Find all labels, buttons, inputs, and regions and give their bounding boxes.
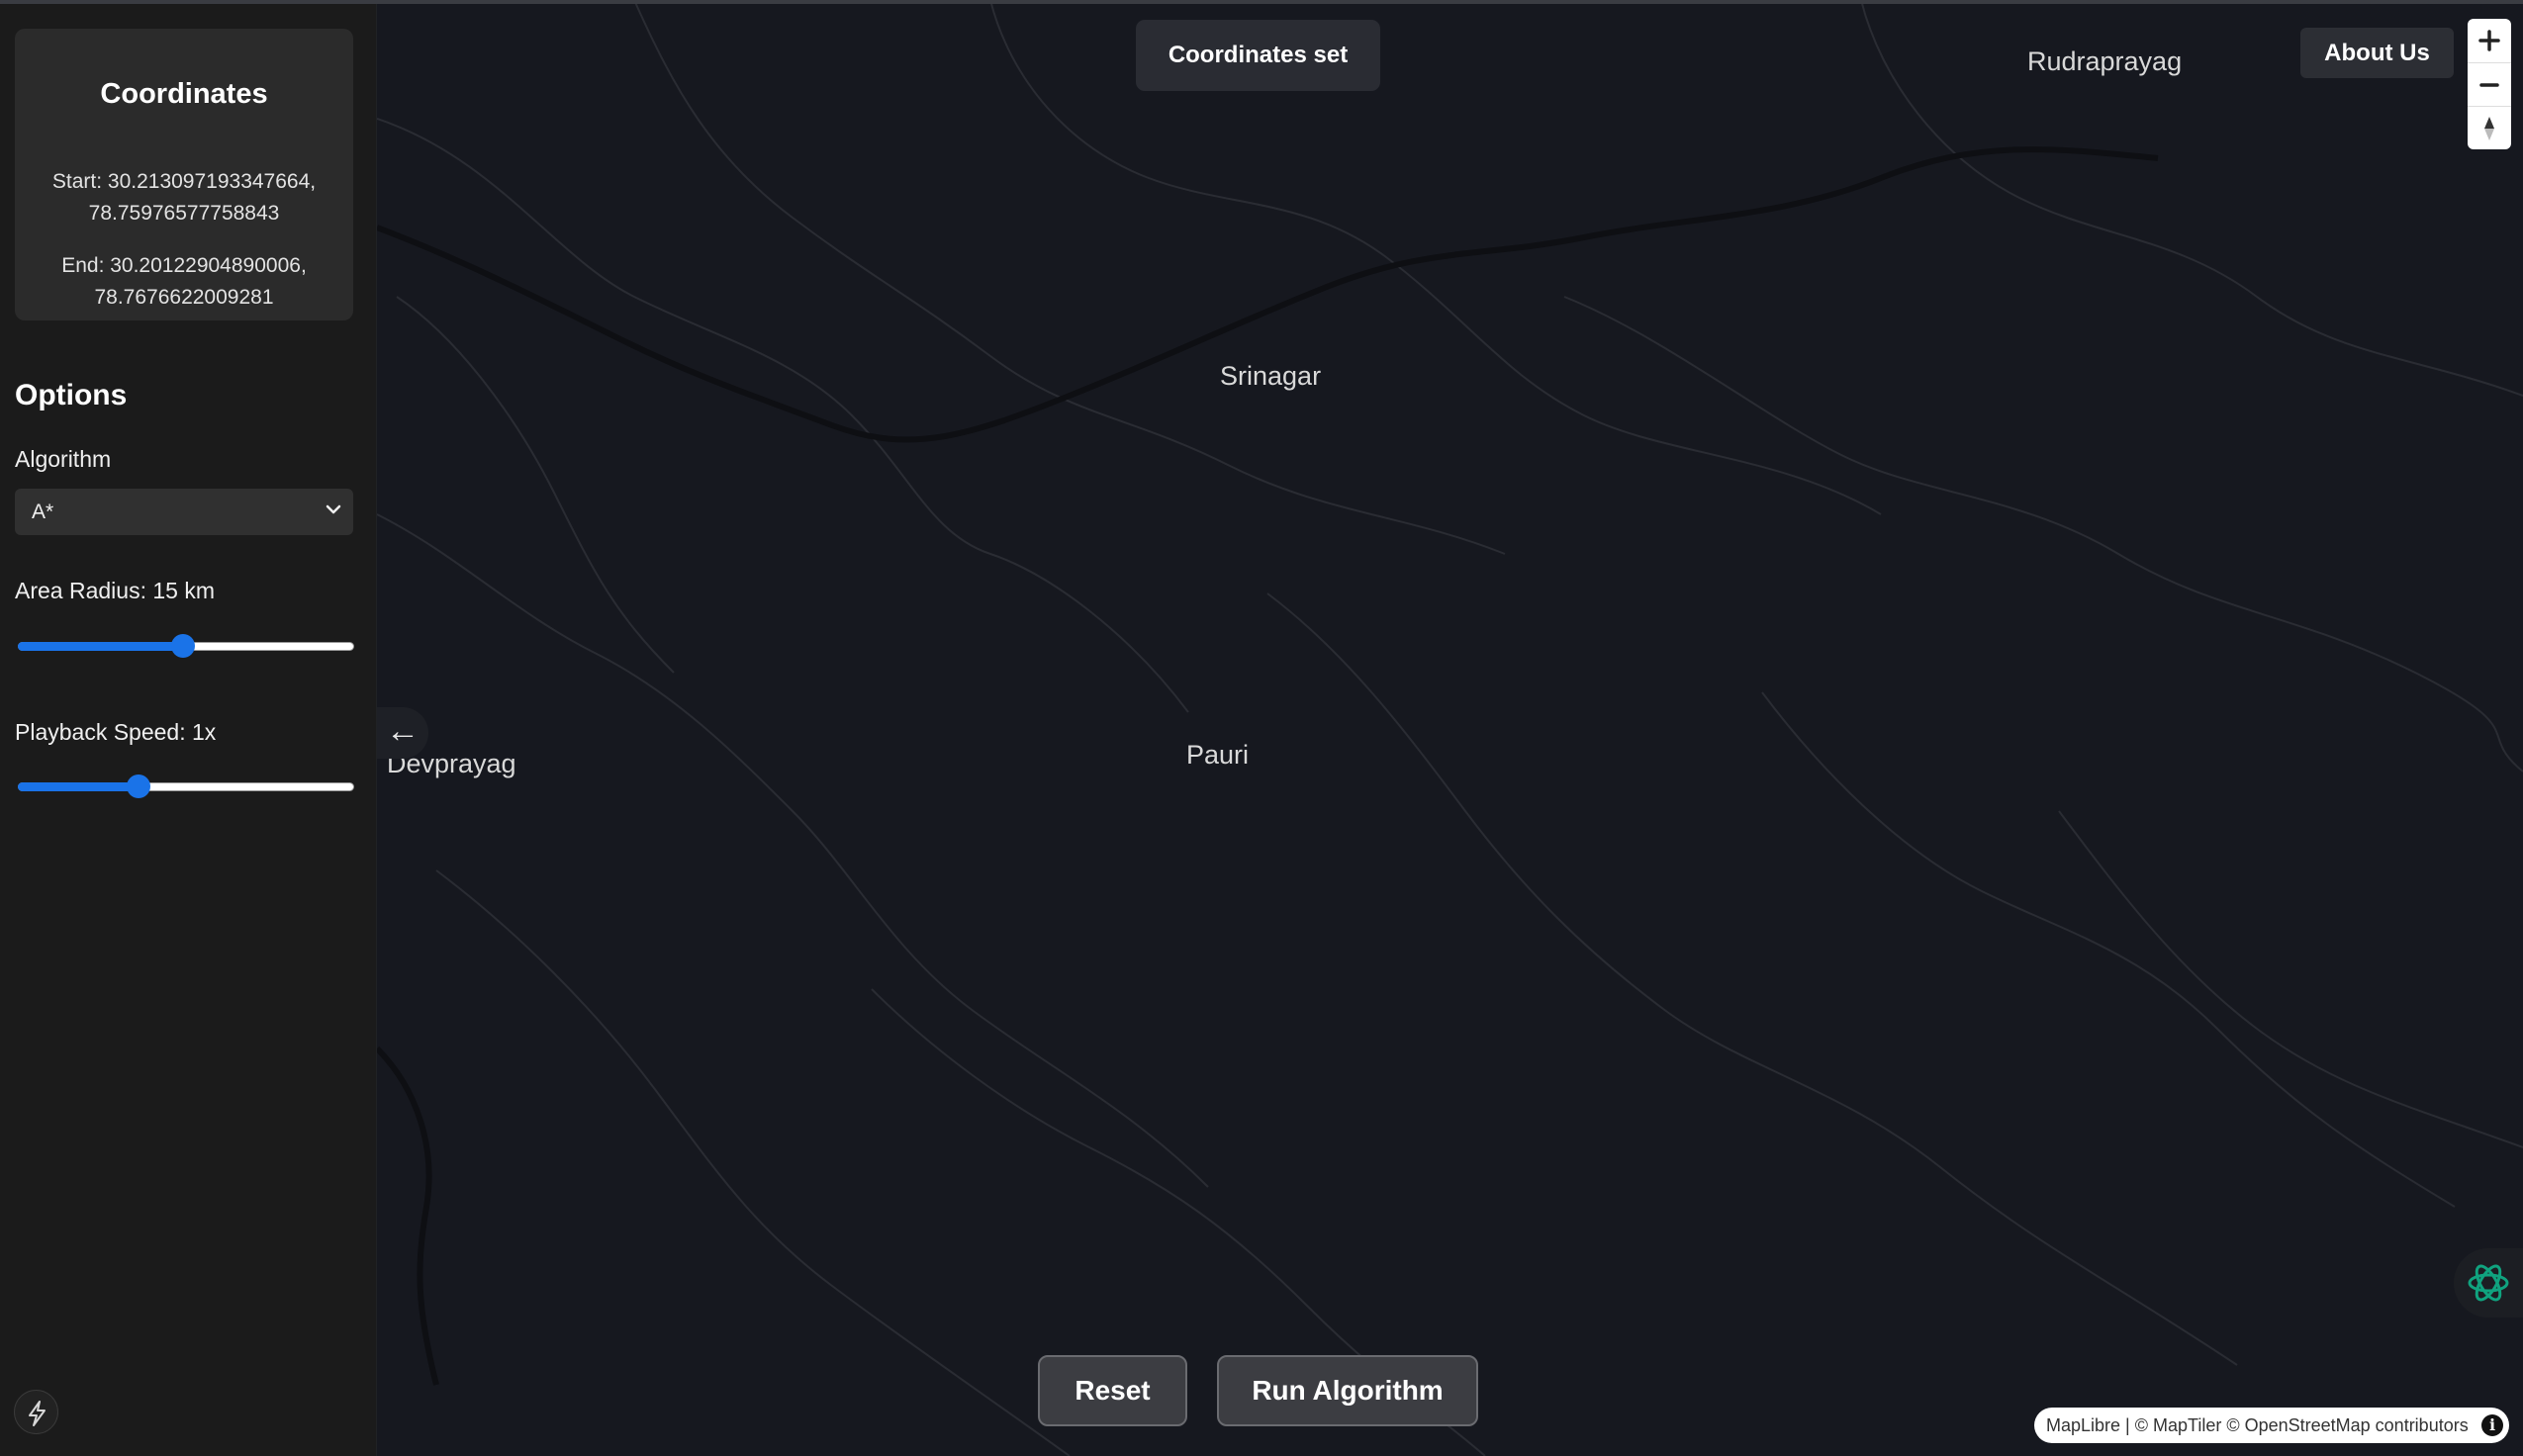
slider-fill <box>18 642 183 651</box>
plus-icon <box>2478 30 2500 51</box>
chevron-down-icon <box>326 504 341 514</box>
coordinates-title: Coordinates <box>100 78 268 110</box>
map-navigation-control <box>2468 19 2511 149</box>
bolt-button[interactable] <box>14 1390 58 1434</box>
zoom-out-button[interactable] <box>2468 62 2511 106</box>
sidebar: Coordinates Start: 30.213097193347664, 7… <box>0 0 377 1456</box>
terrain-contours <box>377 0 2523 1456</box>
end-line-2: 78.7676622009281 <box>94 286 274 309</box>
about-us-button[interactable]: About Us <box>2300 28 2454 78</box>
algorithm-selected-value: A* <box>32 500 54 523</box>
minus-icon <box>2479 83 2499 87</box>
end-line-1: End: 30.20122904890006, <box>61 254 307 277</box>
playback-speed-label: Playback Speed: 1x <box>15 719 217 745</box>
area-radius-label: Area Radius: 15 km <box>15 578 215 603</box>
slider-thumb[interactable] <box>127 774 151 798</box>
slider-fill <box>18 782 140 791</box>
start-line-1: Start: 30.213097193347664, <box>51 170 317 193</box>
run-algorithm-button[interactable]: Run Algorithm <box>1217 1355 1478 1426</box>
map-canvas[interactable]: Rudraprayag Srinagar Pauri Devprayag ← <box>377 0 2523 1456</box>
options-title: Options <box>15 379 128 411</box>
reset-button[interactable]: Reset <box>1038 1355 1187 1426</box>
zoom-in-button[interactable] <box>2468 19 2511 62</box>
place-label-rudraprayag: Rudraprayag <box>2027 46 2183 76</box>
ai-assistant-button[interactable] <box>2454 1248 2523 1318</box>
attribution-text: MapLibre | © MapTiler © OpenStreetMap co… <box>2046 1415 2469 1435</box>
lightning-bolt-icon <box>29 1401 46 1426</box>
place-label-pauri: Pauri <box>1186 740 1250 770</box>
coordinates-set-toast: Coordinates set <box>1136 20 1380 91</box>
area-radius-slider[interactable] <box>18 629 354 663</box>
reset-bearing-button[interactable] <box>2468 106 2511 149</box>
compass-icon <box>2484 117 2494 140</box>
top-border <box>0 0 2523 4</box>
slider-thumb[interactable] <box>170 634 195 658</box>
playback-speed-slider[interactable] <box>18 770 354 803</box>
algorithm-select[interactable]: A* <box>15 489 353 535</box>
start-line-2: 78.75976577758843 <box>88 202 280 225</box>
openai-logo-icon <box>2468 1264 2509 1302</box>
info-icon[interactable]: i <box>2481 1414 2503 1436</box>
coordinates-card: Coordinates Start: 30.213097193347664, 7… <box>15 29 353 320</box>
collapse-sidebar-button[interactable]: ← <box>377 707 428 759</box>
end-coordinates: End: 30.20122904890006, 78.7676622009281 <box>15 250 353 314</box>
algorithm-label: Algorithm <box>15 446 112 472</box>
map-attribution: MapLibre | © MapTiler © OpenStreetMap co… <box>2034 1408 2509 1443</box>
start-coordinates: Start: 30.213097193347664, 78.7597657775… <box>15 166 353 229</box>
place-label-srinagar: Srinagar <box>1220 361 1322 391</box>
